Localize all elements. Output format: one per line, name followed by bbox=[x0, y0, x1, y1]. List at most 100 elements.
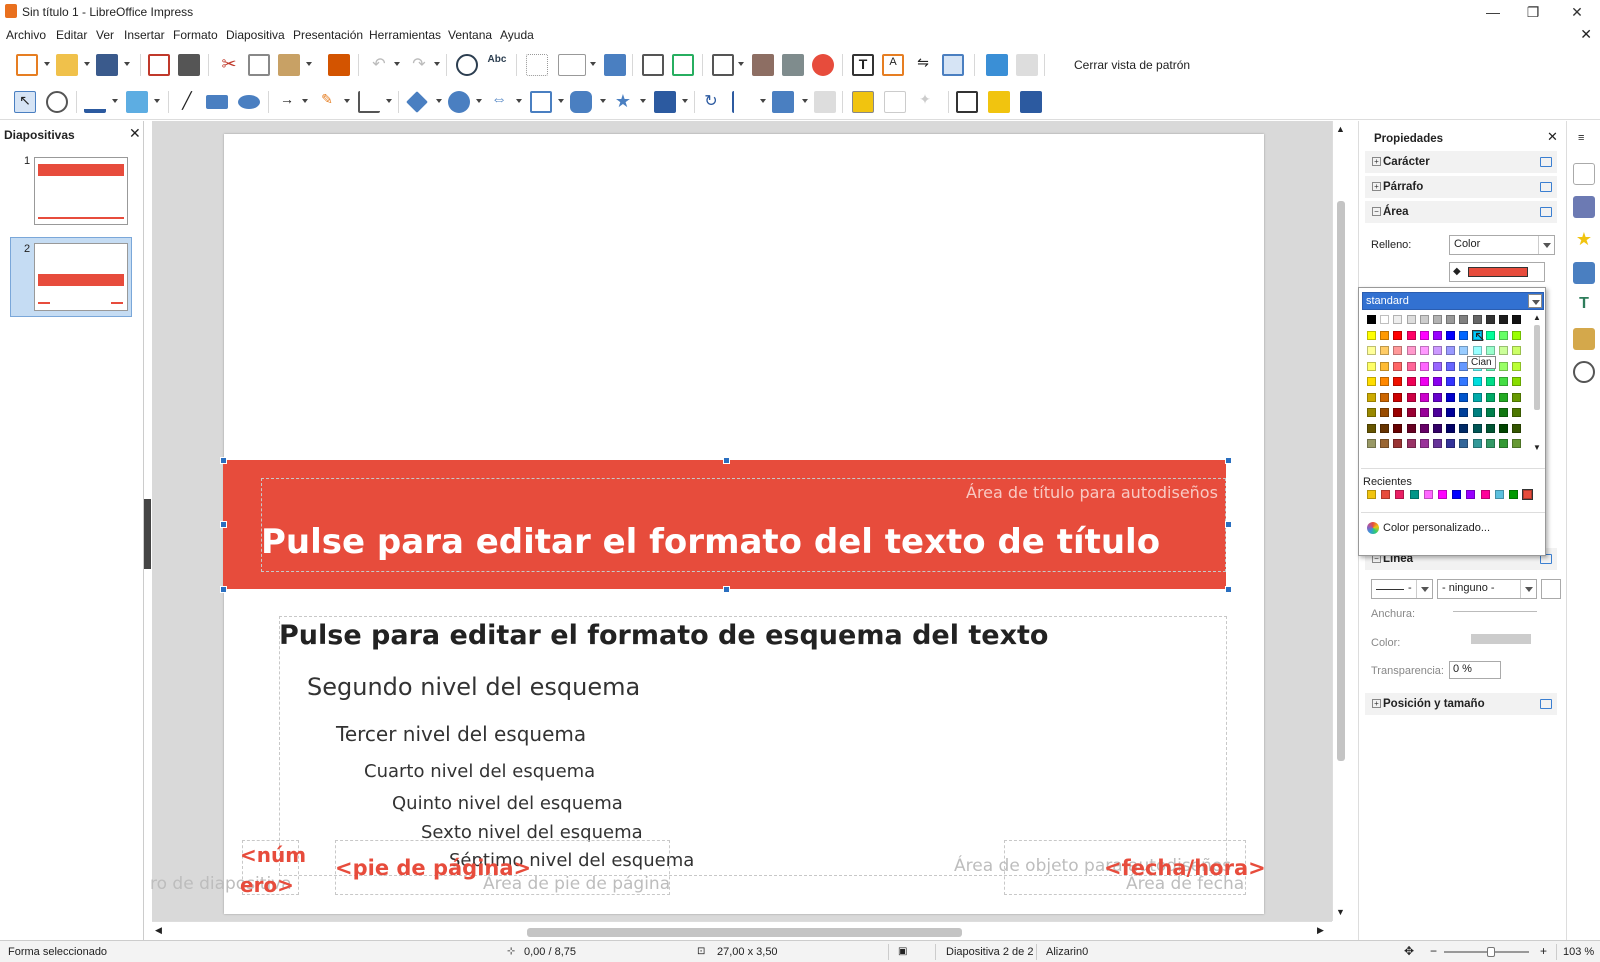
color-swatch[interactable] bbox=[1459, 392, 1469, 402]
section-caracter-label[interactable]: Carácter bbox=[1383, 156, 1430, 168]
recent-color-swatch[interactable] bbox=[1438, 490, 1447, 499]
color-swatch[interactable] bbox=[1419, 439, 1429, 448]
scroll-right-icon[interactable]: ▶ bbox=[1317, 925, 1324, 936]
color-swatch[interactable] bbox=[1419, 346, 1429, 355]
color-swatch[interactable] bbox=[1367, 346, 1376, 355]
slides-panel-close-icon[interactable]: ✕ bbox=[129, 125, 141, 142]
new-dropdown-icon[interactable] bbox=[44, 62, 50, 66]
menu-archivo[interactable]: Archivo bbox=[6, 28, 46, 42]
line-transparency-spinner[interactable]: 0 % bbox=[1449, 661, 1501, 679]
line-end-select[interactable] bbox=[1541, 579, 1561, 599]
color-swatch[interactable] bbox=[1499, 439, 1508, 448]
expand-icon[interactable]: + bbox=[1372, 182, 1381, 191]
color-swatch[interactable] bbox=[1406, 346, 1416, 355]
align-icon[interactable] bbox=[732, 91, 754, 113]
fontwork-icon[interactable]: A bbox=[882, 54, 904, 76]
color-swatch[interactable] bbox=[1393, 346, 1403, 355]
color-swatch[interactable] bbox=[1485, 439, 1495, 448]
chevron-down-icon[interactable] bbox=[1520, 580, 1536, 598]
color-swatch[interactable] bbox=[1406, 392, 1416, 402]
zoom-in-icon[interactable]: + bbox=[1540, 944, 1547, 958]
display-grid-icon[interactable] bbox=[942, 54, 964, 76]
menu-formato[interactable]: Formato bbox=[173, 28, 218, 42]
color-swatch[interactable] bbox=[1446, 346, 1456, 355]
outline-level-4[interactable]: Cuarto nivel del esquema bbox=[364, 761, 595, 782]
color-swatch[interactable] bbox=[1419, 315, 1429, 324]
scroll-left-icon[interactable]: ◀ bbox=[155, 925, 162, 936]
paste-dropdown-icon[interactable] bbox=[306, 62, 312, 66]
selection-handle[interactable] bbox=[220, 586, 227, 593]
line-icon[interactable]: ╱ bbox=[176, 91, 198, 113]
palette-scrollbar[interactable]: ▲ ▼ bbox=[1531, 313, 1543, 456]
chevron-down-icon[interactable] bbox=[1416, 580, 1432, 598]
color-swatch[interactable] bbox=[1393, 408, 1403, 417]
outline-level-3[interactable]: Tercer nivel del esquema bbox=[336, 722, 586, 746]
connector-icon[interactable] bbox=[358, 91, 380, 113]
outline-level-5[interactable]: Quinto nivel del esquema bbox=[392, 793, 623, 814]
color-swatch[interactable] bbox=[1367, 361, 1376, 371]
basic-shapes-dropdown-icon[interactable] bbox=[436, 99, 442, 103]
color-swatch[interactable] bbox=[1393, 392, 1403, 402]
color-swatch[interactable] bbox=[1459, 315, 1469, 324]
start-current-slide-icon[interactable] bbox=[672, 54, 694, 76]
color-swatch[interactable] bbox=[1459, 330, 1469, 340]
slide-thumbnail-1[interactable] bbox=[34, 157, 128, 225]
close-master-view-button[interactable]: Cerrar vista de patrón bbox=[1074, 58, 1190, 72]
curve-dropdown-icon[interactable] bbox=[344, 99, 350, 103]
distribute-icon[interactable] bbox=[814, 91, 836, 113]
color-swatch[interactable] bbox=[1433, 346, 1442, 355]
section-area-label[interactable]: Área bbox=[1383, 206, 1409, 218]
recent-color-swatch[interactable] bbox=[1423, 490, 1433, 499]
status-zoom[interactable]: 103 % bbox=[1563, 946, 1594, 958]
ellipse-icon[interactable] bbox=[238, 95, 260, 109]
palette-scroll-thumb[interactable] bbox=[1534, 325, 1540, 410]
recent-color-swatch[interactable] bbox=[1480, 490, 1490, 499]
selection-handle[interactable] bbox=[1225, 586, 1232, 593]
shadow-icon[interactable] bbox=[852, 91, 874, 113]
color-swatch[interactable] bbox=[1380, 408, 1390, 417]
color-swatch[interactable] bbox=[1380, 315, 1390, 324]
clone-formatting-icon[interactable] bbox=[328, 54, 350, 76]
block-arrows-dropdown-icon[interactable] bbox=[516, 99, 522, 103]
horizontal-scroll-thumb[interactable] bbox=[527, 928, 962, 937]
color-swatch[interactable] bbox=[1367, 423, 1376, 433]
block-arrows-icon[interactable]: ⇔ bbox=[488, 91, 510, 113]
color-swatch[interactable] bbox=[1512, 315, 1522, 324]
color-swatch[interactable] bbox=[1380, 377, 1390, 386]
color-swatch[interactable] bbox=[1459, 346, 1469, 355]
recent-color-swatch[interactable] bbox=[1452, 490, 1462, 499]
color-swatch[interactable] bbox=[1512, 392, 1522, 402]
color-swatch[interactable] bbox=[1485, 315, 1495, 324]
color-swatch[interactable] bbox=[1499, 361, 1508, 371]
3d-objects-dropdown-icon[interactable] bbox=[682, 99, 688, 103]
table-dropdown-icon[interactable] bbox=[738, 62, 744, 66]
connector-dropdown-icon[interactable] bbox=[386, 99, 392, 103]
color-swatch[interactable] bbox=[1419, 330, 1429, 340]
lines-arrows-dropdown-icon[interactable] bbox=[302, 99, 308, 103]
stars-icon[interactable]: ★ bbox=[612, 91, 634, 113]
color-swatch[interactable] bbox=[1499, 423, 1508, 433]
menu-editar[interactable]: Editar bbox=[56, 28, 87, 42]
color-swatch[interactable] bbox=[1393, 423, 1403, 433]
redo-dropdown-icon[interactable] bbox=[434, 62, 440, 66]
color-swatch[interactable] bbox=[1419, 408, 1429, 417]
zoom-out-icon[interactable]: − bbox=[1430, 944, 1437, 958]
table-icon[interactable] bbox=[712, 54, 734, 76]
outline-level-1[interactable]: Pulse para editar el formato de esquema … bbox=[279, 620, 1048, 651]
selection-handle[interactable] bbox=[1225, 457, 1232, 464]
start-first-slide-icon[interactable] bbox=[642, 54, 664, 76]
expand-icon[interactable]: + bbox=[1372, 157, 1381, 166]
color-swatch[interactable] bbox=[1406, 361, 1416, 371]
color-swatch[interactable] bbox=[1433, 330, 1442, 340]
transition-deck-icon[interactable] bbox=[1573, 262, 1595, 284]
glue-points-icon[interactable] bbox=[988, 91, 1010, 113]
align-dropdown-icon[interactable] bbox=[760, 99, 766, 103]
color-swatch[interactable] bbox=[1367, 377, 1376, 386]
copy-icon[interactable] bbox=[248, 54, 270, 76]
collapse-icon[interactable]: − bbox=[1372, 207, 1381, 216]
print-icon[interactable] bbox=[178, 54, 200, 76]
color-swatch[interactable] bbox=[1499, 408, 1508, 417]
color-swatch[interactable] bbox=[1367, 315, 1376, 324]
line-color-dropdown-icon[interactable] bbox=[112, 99, 118, 103]
close-window-button[interactable]: ✕ bbox=[1562, 2, 1592, 22]
